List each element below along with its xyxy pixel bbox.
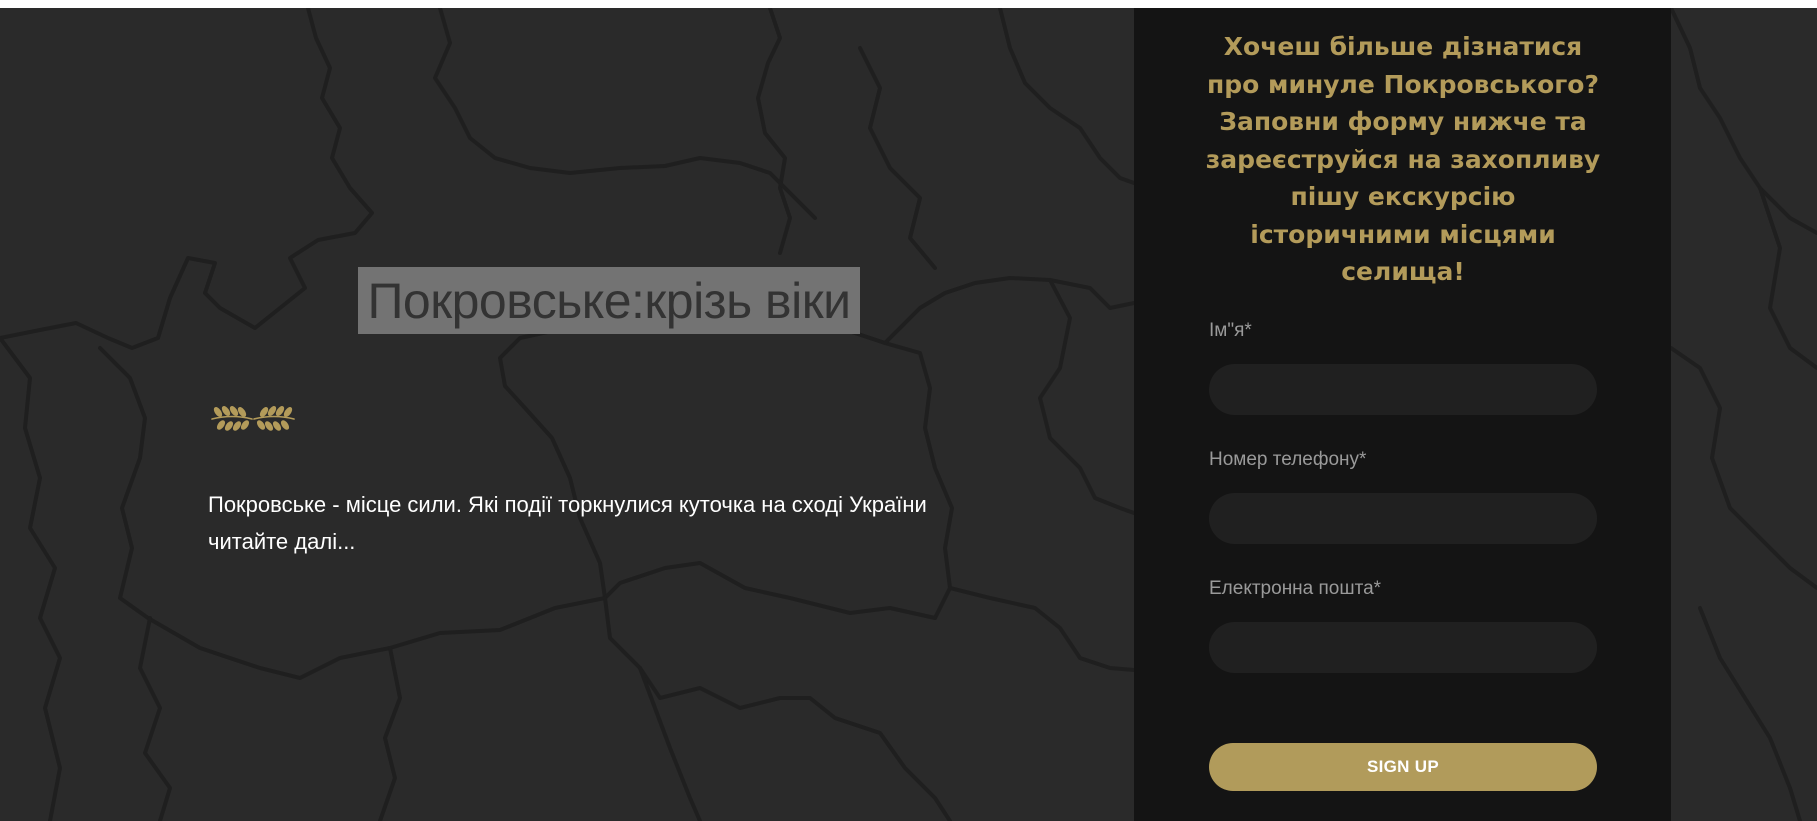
email-input[interactable] <box>1209 622 1597 673</box>
hero-section: Покровське:крізь віки Покровське - місце… <box>0 8 1817 821</box>
intro-line: читайте далі... <box>208 529 356 554</box>
hero-title: Покровське:крізь віки <box>367 272 851 329</box>
intro-line: Покровське - місце сили. Які події торкн… <box>208 492 927 517</box>
top-white-strip <box>0 0 1817 8</box>
name-input[interactable] <box>1209 364 1597 415</box>
hero-title-box: Покровське:крізь віки <box>358 267 860 334</box>
name-label: Ім"я* <box>1209 320 1252 341</box>
signup-panel: Хочеш більше дізнатися про минуле Покров… <box>1134 8 1671 821</box>
phone-input[interactable] <box>1209 493 1597 544</box>
hero-intro-text: Покровське - місце сили. Які події торкн… <box>208 486 998 560</box>
signup-heading: Хочеш більше дізнатися про минуле Покров… <box>1205 32 1601 286</box>
phone-label: Номер телефону* <box>1209 449 1367 470</box>
laurel-branch-icon <box>211 406 295 431</box>
email-label: Електронна пошта* <box>1209 578 1382 599</box>
signup-button[interactable]: SIGN UP <box>1209 743 1597 791</box>
